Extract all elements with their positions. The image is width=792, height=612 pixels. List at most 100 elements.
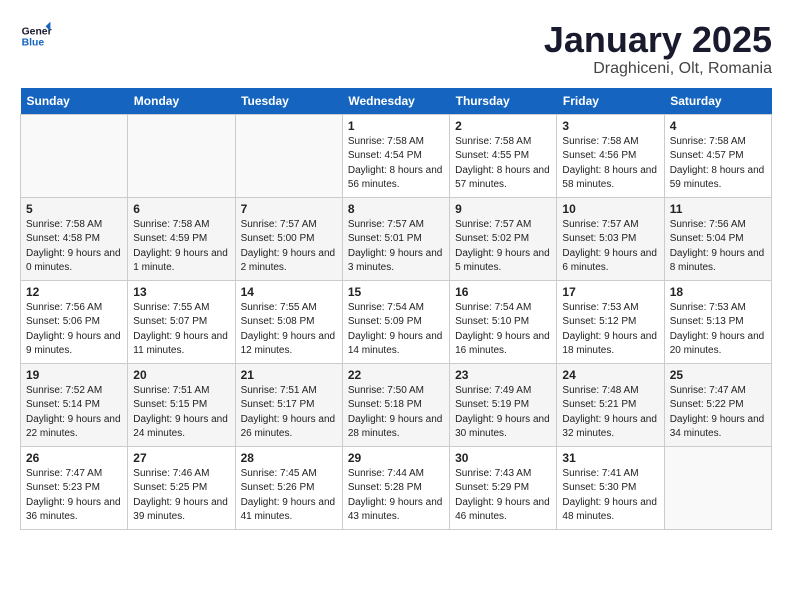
calendar-week-row: 12Sunrise: 7:56 AM Sunset: 5:06 PM Dayli… [21,280,772,363]
day-number: 24 [562,368,658,382]
day-number: 22 [348,368,444,382]
calendar-day-header: Wednesday [342,88,449,115]
calendar-day-header: Tuesday [235,88,342,115]
day-number: 27 [133,451,229,465]
location: Draghiceni, Olt, Romania [544,60,772,78]
calendar-cell: 15 Sunrise: 7:54 AM Sunset: 5:09 PM Dayli… [342,280,449,363]
calendar-table: SundayMondayTuesdayWednesdayThursdayFrid… [20,88,772,530]
calendar-day-header: Sunday [21,88,128,115]
cell-info: Sunrise: 7:58 AM Sunset: 4:57 PM Dayligh… [670,135,766,193]
cell-info: Sunrise: 7:54 AM Sunset: 5:09 PM Dayligh… [348,301,444,359]
cell-info: Sunrise: 7:56 AM Sunset: 5:06 PM Dayligh… [26,301,122,359]
cell-info: Sunrise: 7:58 AM Sunset: 4:55 PM Dayligh… [455,135,551,193]
calendar-cell: 7 Sunrise: 7:57 AM Sunset: 5:00 PM Daylig… [235,197,342,280]
day-number: 25 [670,368,766,382]
cell-info: Sunrise: 7:54 AM Sunset: 5:10 PM Dayligh… [455,301,551,359]
calendar-week-row: 5 Sunrise: 7:58 AM Sunset: 4:58 PM Daylig… [21,197,772,280]
calendar-cell: 23 Sunrise: 7:49 AM Sunset: 5:19 PM Dayli… [450,363,557,446]
calendar-cell [664,446,771,529]
calendar-cell: 8 Sunrise: 7:57 AM Sunset: 5:01 PM Daylig… [342,197,449,280]
day-number: 16 [455,285,551,299]
day-number: 17 [562,285,658,299]
calendar-day-header: Monday [128,88,235,115]
day-number: 21 [241,368,337,382]
cell-info: Sunrise: 7:45 AM Sunset: 5:26 PM Dayligh… [241,467,337,525]
cell-info: Sunrise: 7:51 AM Sunset: 5:17 PM Dayligh… [241,384,337,442]
calendar-cell: 18 Sunrise: 7:53 AM Sunset: 5:13 PM Dayli… [664,280,771,363]
calendar-cell: 1Sunrise: 7:58 AM Sunset: 4:54 PM Daylig… [342,114,449,197]
cell-info: Sunrise: 7:48 AM Sunset: 5:21 PM Dayligh… [562,384,658,442]
calendar-cell: 9 Sunrise: 7:57 AM Sunset: 5:02 PM Daylig… [450,197,557,280]
day-number: 18 [670,285,766,299]
logo-icon: General Blue [20,20,52,52]
calendar-day-header: Thursday [450,88,557,115]
cell-info: Sunrise: 7:57 AM Sunset: 5:00 PM Dayligh… [241,218,337,276]
day-number: 8 [348,202,444,216]
day-number: 9 [455,202,551,216]
calendar-cell: 21 Sunrise: 7:51 AM Sunset: 5:17 PM Dayli… [235,363,342,446]
cell-info: Sunrise: 7:58 AM Sunset: 4:54 PM Dayligh… [348,135,444,193]
calendar-cell: 4 Sunrise: 7:58 AM Sunset: 4:57 PM Daylig… [664,114,771,197]
calendar-cell: 28Sunrise: 7:45 AM Sunset: 5:26 PM Dayli… [235,446,342,529]
calendar-cell [235,114,342,197]
calendar-cell [21,114,128,197]
cell-info: Sunrise: 7:53 AM Sunset: 5:13 PM Dayligh… [670,301,766,359]
day-number: 10 [562,202,658,216]
cell-info: Sunrise: 7:43 AM Sunset: 5:29 PM Dayligh… [455,467,551,525]
day-number: 31 [562,451,658,465]
calendar-week-row: 19Sunrise: 7:52 AM Sunset: 5:14 PM Dayli… [21,363,772,446]
cell-info: Sunrise: 7:47 AM Sunset: 5:23 PM Dayligh… [26,467,122,525]
month-title: January 2025 [544,20,772,60]
day-number: 5 [26,202,122,216]
calendar-header-row: SundayMondayTuesdayWednesdayThursdayFrid… [21,88,772,115]
day-number: 26 [26,451,122,465]
calendar-cell: 27 Sunrise: 7:46 AM Sunset: 5:25 PM Dayli… [128,446,235,529]
calendar-cell: 19Sunrise: 7:52 AM Sunset: 5:14 PM Dayli… [21,363,128,446]
day-number: 20 [133,368,229,382]
day-number: 13 [133,285,229,299]
calendar-cell: 3Sunrise: 7:58 AM Sunset: 4:56 PM Daylig… [557,114,664,197]
title-block: January 2025 Draghiceni, Olt, Romania [544,20,772,78]
day-number: 29 [348,451,444,465]
cell-info: Sunrise: 7:56 AM Sunset: 5:04 PM Dayligh… [670,218,766,276]
cell-info: Sunrise: 7:55 AM Sunset: 5:07 PM Dayligh… [133,301,229,359]
calendar-cell: 25 Sunrise: 7:47 AM Sunset: 5:22 PM Dayli… [664,363,771,446]
page-header: General Blue January 2025 Draghiceni, Ol… [20,20,772,78]
cell-info: Sunrise: 7:49 AM Sunset: 5:19 PM Dayligh… [455,384,551,442]
calendar-cell: 13 Sunrise: 7:55 AM Sunset: 5:07 PM Dayli… [128,280,235,363]
calendar-cell: 6 Sunrise: 7:58 AM Sunset: 4:59 PM Daylig… [128,197,235,280]
calendar-day-header: Saturday [664,88,771,115]
svg-text:Blue: Blue [22,38,45,49]
cell-info: Sunrise: 7:57 AM Sunset: 5:02 PM Dayligh… [455,218,551,276]
day-number: 2 [455,119,551,133]
calendar-cell: 20Sunrise: 7:51 AM Sunset: 5:15 PM Dayli… [128,363,235,446]
calendar-week-row: 26 Sunrise: 7:47 AM Sunset: 5:23 PM Dayli… [21,446,772,529]
calendar-day-header: Friday [557,88,664,115]
cell-info: Sunrise: 7:44 AM Sunset: 5:28 PM Dayligh… [348,467,444,525]
calendar-cell: 5 Sunrise: 7:58 AM Sunset: 4:58 PM Daylig… [21,197,128,280]
cell-info: Sunrise: 7:58 AM Sunset: 4:58 PM Dayligh… [26,218,122,276]
day-number: 15 [348,285,444,299]
calendar-cell: 12Sunrise: 7:56 AM Sunset: 5:06 PM Dayli… [21,280,128,363]
calendar-cell: 22 Sunrise: 7:50 AM Sunset: 5:18 PM Dayli… [342,363,449,446]
calendar-cell: 11Sunrise: 7:56 AM Sunset: 5:04 PM Dayli… [664,197,771,280]
calendar-cell: 30 Sunrise: 7:43 AM Sunset: 5:29 PM Dayli… [450,446,557,529]
day-number: 30 [455,451,551,465]
cell-info: Sunrise: 7:58 AM Sunset: 4:59 PM Dayligh… [133,218,229,276]
calendar-cell: 17Sunrise: 7:53 AM Sunset: 5:12 PM Dayli… [557,280,664,363]
day-number: 19 [26,368,122,382]
cell-info: Sunrise: 7:58 AM Sunset: 4:56 PM Dayligh… [562,135,658,193]
cell-info: Sunrise: 7:46 AM Sunset: 5:25 PM Dayligh… [133,467,229,525]
calendar-cell [128,114,235,197]
day-number: 7 [241,202,337,216]
calendar-cell: 2 Sunrise: 7:58 AM Sunset: 4:55 PM Daylig… [450,114,557,197]
day-number: 23 [455,368,551,382]
cell-info: Sunrise: 7:57 AM Sunset: 5:01 PM Dayligh… [348,218,444,276]
cell-info: Sunrise: 7:47 AM Sunset: 5:22 PM Dayligh… [670,384,766,442]
calendar-cell: 24 Sunrise: 7:48 AM Sunset: 5:21 PM Dayli… [557,363,664,446]
cell-info: Sunrise: 7:50 AM Sunset: 5:18 PM Dayligh… [348,384,444,442]
day-number: 6 [133,202,229,216]
cell-info: Sunrise: 7:41 AM Sunset: 5:30 PM Dayligh… [562,467,658,525]
day-number: 4 [670,119,766,133]
cell-info: Sunrise: 7:57 AM Sunset: 5:03 PM Dayligh… [562,218,658,276]
